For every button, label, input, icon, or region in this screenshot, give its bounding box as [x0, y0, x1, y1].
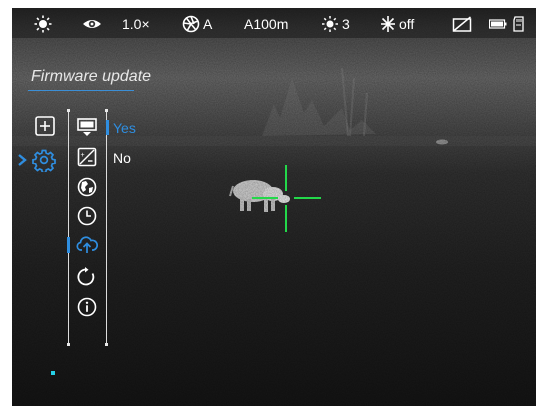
zoom-indicator[interactable]: 1.0× — [122, 15, 150, 33]
eye-icon — [83, 20, 101, 28]
chevron-right-icon — [18, 154, 27, 166]
ir-state: off — [399, 16, 415, 32]
clock-icon[interactable] — [77, 206, 97, 226]
picture-in-picture-off-icon — [452, 16, 472, 32]
shutter-icon — [182, 15, 200, 33]
menu-divider-left — [68, 111, 69, 345]
info-icon[interactable] — [77, 297, 97, 317]
option-no[interactable]: No — [113, 150, 131, 166]
divider-end-dot — [105, 109, 108, 112]
reticle-horizontal-right — [294, 197, 321, 199]
divider-end-dot — [67, 343, 70, 346]
reticle-horizontal-left — [252, 197, 278, 199]
sd-card-icon — [513, 16, 524, 32]
reset-icon[interactable] — [77, 267, 97, 287]
sun-small-icon — [322, 16, 338, 32]
globe-icon[interactable] — [77, 177, 97, 197]
option-yes[interactable]: Yes — [113, 120, 136, 136]
thermal-viewfinder: 1.0× A A100m 3 off Firmware update + Yes… — [12, 8, 536, 406]
menu-divider-right — [106, 111, 107, 345]
brightness-indicator[interactable] — [34, 15, 52, 33]
status-bar: 1.0× A A100m 3 off — [12, 8, 536, 38]
battery-icon — [489, 19, 507, 29]
cloud-upload-icon[interactable] — [76, 235, 98, 255]
zoom-value: 1.0× — [122, 16, 150, 32]
rangefinder-indicator[interactable]: A100m — [244, 15, 288, 33]
selected-submenu-marker — [67, 237, 70, 253]
battery-indicator — [489, 15, 507, 33]
display-mode-indicator[interactable] — [82, 15, 102, 33]
image-settings-icon[interactable]: + — [77, 147, 97, 167]
sd-card-indicator — [512, 15, 526, 33]
cursor-indicator — [51, 371, 55, 375]
calibration-indicator[interactable]: A — [182, 15, 212, 33]
device-frame: 1.0× A A100m 3 off Firmware update + Yes… — [0, 0, 549, 412]
star-burst-icon — [381, 16, 395, 32]
menu-title-underline — [28, 90, 134, 91]
add-icon[interactable] — [35, 116, 55, 136]
contrast-indicator[interactable]: 3 — [321, 15, 350, 33]
contrast-level: 3 — [342, 16, 350, 32]
rangefinder-value: A100m — [244, 16, 289, 32]
menu-title: Firmware update — [31, 68, 152, 85]
gear-icon[interactable] — [32, 148, 56, 172]
sun-icon — [34, 15, 52, 33]
divider-end-dot — [67, 109, 70, 112]
pip-indicator[interactable] — [452, 15, 472, 33]
reticle-vertical-top — [285, 165, 287, 191]
reticle-vertical-bottom — [285, 205, 287, 232]
display-settings-icon[interactable] — [77, 117, 97, 137]
calibration-mode: A — [203, 16, 213, 32]
ir-illuminator-indicator[interactable]: off — [380, 15, 414, 33]
divider-end-dot — [105, 343, 108, 346]
svg-text:+: + — [81, 152, 85, 159]
selected-option-marker — [106, 120, 109, 135]
